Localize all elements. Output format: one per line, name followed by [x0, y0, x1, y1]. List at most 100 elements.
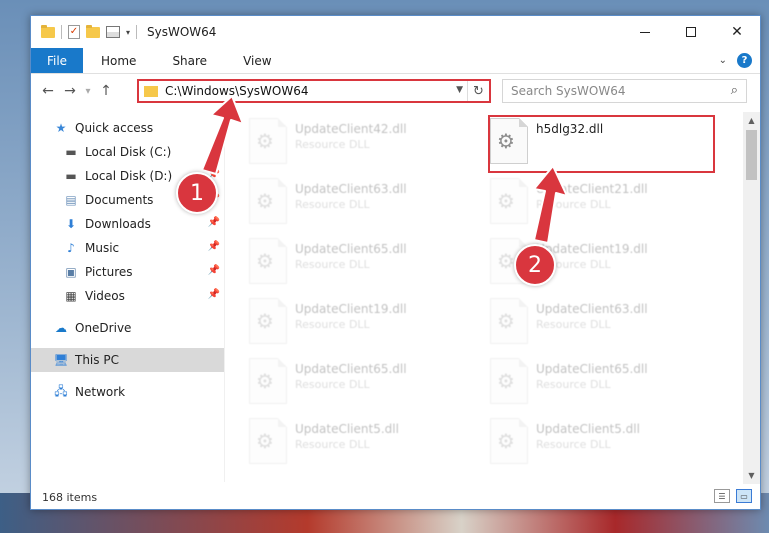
file-item[interactable]: ⚙ UpdateClient65.dll Resource DLL [249, 238, 479, 294]
navigation-bar: ← → ▾ ↑ C:\Windows\SysWOW64 ▼ ↻ Search S… [31, 75, 760, 107]
sidebar-item-downloads[interactable]: ⬇ Downloads 📌 [31, 212, 224, 236]
pin-icon[interactable]: 📌 [208, 241, 220, 252]
sidebar-item-videos[interactable]: ▦ Videos 📌 [31, 284, 224, 308]
new-folder-icon[interactable] [86, 24, 100, 38]
callout-badge-2: 2 [514, 244, 556, 286]
address-path[interactable]: C:\Windows\SysWOW64 [165, 84, 309, 98]
search-placeholder: Search SysWOW64 [511, 84, 626, 98]
forward-arrow-icon[interactable]: → [59, 83, 81, 99]
vertical-scrollbar[interactable]: ▲ ▼ [743, 112, 760, 484]
cloud-icon: ☁ [55, 321, 67, 335]
file-name: UpdateClient63.dll [295, 182, 407, 196]
close-button[interactable]: ✕ [714, 16, 760, 48]
address-dropdown-icon[interactable]: ▼ [456, 85, 463, 95]
file-list: ⚙ UpdateClient42.dll Resource DLL ⚙ Updat… [237, 112, 742, 484]
file-item[interactable]: ⚙ UpdateClient5.dll Resource DLL [249, 418, 479, 474]
properties-check-icon[interactable]: ✓ [68, 25, 80, 39]
file-item[interactable]: ⚙ UpdateClient19.dll Resource DLL [249, 298, 479, 354]
minimize-button[interactable] [622, 16, 668, 48]
tab-share[interactable]: Share [154, 48, 225, 73]
scroll-down-arrow-icon[interactable]: ▼ [743, 467, 760, 484]
tab-home[interactable]: Home [83, 48, 154, 73]
maximize-icon [686, 27, 696, 37]
file-item[interactable]: ⚙ UpdateClient65.dll Resource DLL [249, 358, 479, 414]
file-name: UpdateClient65.dll [295, 242, 407, 256]
details-view-icon[interactable]: ☰ [714, 489, 730, 503]
window-title: SysWOW64 [147, 25, 217, 39]
gears-icon: ⚙ [497, 309, 515, 333]
help-icon[interactable]: ? [737, 53, 752, 68]
window-controls: ✕ [622, 16, 760, 48]
tab-file[interactable]: File [31, 48, 83, 73]
item-count: 168 items [42, 490, 98, 504]
sidebar-item-label: Videos [85, 289, 125, 303]
file-item-h5dlg32[interactable]: ⚙ h5dlg32.dll [490, 118, 720, 174]
file-type: Resource DLL [295, 438, 370, 451]
sidebar-item-onedrive[interactable]: ☁ OneDrive [31, 316, 224, 340]
back-arrow-icon[interactable]: ← [37, 83, 59, 99]
close-icon: ✕ [731, 24, 743, 40]
dll-file-icon: ⚙ [490, 118, 528, 164]
ribbon-right: ⌄ ? [719, 48, 760, 73]
refresh-icon[interactable]: ↻ [467, 81, 489, 101]
expand-ribbon-chevron-icon[interactable]: ⌄ [719, 55, 727, 66]
callout-badge-1: 1 [176, 172, 218, 214]
divider [136, 25, 138, 39]
gears-icon: ⚙ [256, 309, 274, 333]
file-name: UpdateClient63.dll [536, 302, 648, 316]
pin-icon[interactable]: 📌 [208, 289, 220, 300]
navigation-pane: ★ Quick access ▬ Local Disk (C:) ▬ Local… [31, 112, 225, 482]
gears-icon: ⚙ [497, 369, 515, 393]
customize-dropdown-icon[interactable]: ▾ [126, 28, 130, 37]
maximize-button[interactable] [668, 16, 714, 48]
gears-icon: ⚙ [256, 429, 274, 453]
file-name: UpdateClient42.dll [295, 122, 407, 136]
sidebar-item-label: Music [85, 241, 120, 255]
sidebar-item-label: Quick access [75, 121, 154, 135]
file-item[interactable]: ⚙ UpdateClient42.dll Resource DLL [249, 118, 479, 174]
sidebar-item-network[interactable]: 🖧 Network [31, 380, 224, 404]
sidebar-item-local-disk-c[interactable]: ▬ Local Disk (C:) [31, 140, 224, 164]
scroll-thumb[interactable] [746, 130, 757, 180]
gears-icon: ⚙ [256, 249, 274, 273]
sidebar-item-pictures[interactable]: ▣ Pictures 📌 [31, 260, 224, 284]
file-type: Resource DLL [295, 138, 370, 151]
drive-icon: ▬ [65, 145, 77, 159]
file-type: Resource DLL [295, 258, 370, 271]
recent-locations-chevron-icon[interactable]: ▾ [81, 86, 95, 97]
search-icon[interactable]: ⌕ [731, 83, 738, 98]
file-name: UpdateClient65.dll [295, 362, 407, 376]
properties-icon[interactable] [106, 26, 120, 38]
file-type: Resource DLL [536, 378, 611, 391]
dll-file-icon: ⚙ [249, 118, 287, 164]
scroll-up-arrow-icon[interactable]: ▲ [743, 112, 760, 129]
sidebar-item-this-pc[interactable]: 🖥 This PC [31, 348, 224, 372]
tab-view[interactable]: View [225, 48, 289, 73]
address-bar[interactable]: C:\Windows\SysWOW64 ▼ ↻ [137, 79, 491, 103]
up-arrow-icon[interactable]: ↑ [95, 83, 117, 99]
gears-icon: ⚙ [497, 189, 515, 213]
file-name: UpdateClient19.dll [295, 302, 407, 316]
sidebar-item-label: Pictures [85, 265, 133, 279]
large-icons-view-icon[interactable]: ▭ [736, 489, 752, 503]
file-item[interactable]: ⚙ UpdateClient63.dll Resource DLL [490, 298, 720, 354]
dll-file-icon: ⚙ [249, 238, 287, 284]
file-item[interactable]: ⚙ UpdateClient21.dll Resource DLL [490, 178, 720, 234]
dll-file-icon: ⚙ [490, 358, 528, 404]
pin-icon[interactable]: 📌 [208, 217, 220, 228]
dll-file-icon: ⚙ [249, 178, 287, 224]
sidebar-item-quick-access[interactable]: ★ Quick access [31, 116, 224, 140]
file-item[interactable]: ⚙ UpdateClient65.dll Resource DLL [490, 358, 720, 414]
file-item[interactable]: ⚙ UpdateClient63.dll Resource DLL [249, 178, 479, 234]
gears-icon: ⚙ [256, 369, 274, 393]
sidebar-item-music[interactable]: ♪ Music 📌 [31, 236, 224, 260]
file-item[interactable]: ⚙ UpdateClient5.dll Resource DLL [490, 418, 720, 474]
search-input[interactable]: Search SysWOW64 ⌕ [502, 79, 747, 103]
file-type: Resource DLL [536, 438, 611, 451]
pin-icon[interactable]: 📌 [208, 265, 220, 276]
drive-icon: ▬ [65, 169, 77, 183]
file-name: h5dlg32.dll [536, 122, 604, 136]
